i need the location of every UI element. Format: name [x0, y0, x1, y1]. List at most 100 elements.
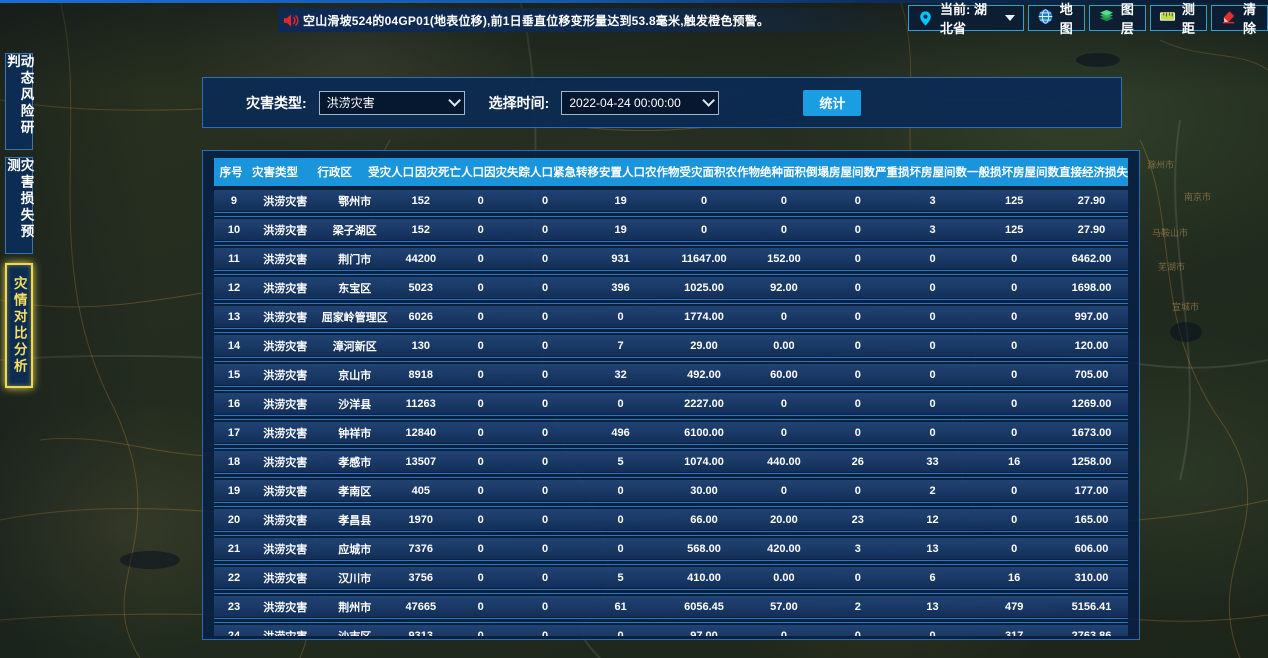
cell: 洪涝灾害: [254, 628, 317, 637]
cell: 0: [892, 398, 974, 410]
cell: 0: [744, 630, 824, 637]
time-select[interactable]: 2022-04-24 00:00:00: [561, 91, 719, 115]
cell: 沙洋县: [317, 396, 393, 412]
column-header: 农作物绝种面积: [725, 164, 806, 180]
cell: 0: [577, 311, 664, 323]
column-header: 倒塌房屋间数: [806, 164, 875, 180]
cell: 12: [892, 514, 974, 526]
map-label: 南京市: [1184, 190, 1211, 203]
cell: 梁子湖区: [317, 222, 393, 238]
cell: 0: [824, 427, 892, 439]
table-row: 24洪涝灾害沙市区931300097.000003172763.86: [214, 625, 1128, 636]
map-label: 宣城市: [1172, 300, 1199, 313]
time-label: 选择时间:: [489, 93, 550, 113]
cell: 29.00: [664, 340, 744, 352]
cell: 61: [577, 601, 664, 613]
row-separator: [214, 559, 1128, 567]
clear-button[interactable]: 清除: [1211, 5, 1268, 31]
cell: 606.00: [1055, 543, 1128, 555]
cell: 420.00: [744, 543, 824, 555]
sidebar-item-dynamic-risk[interactable]: 动态风险研判: [5, 53, 33, 150]
cell: 0: [973, 485, 1055, 497]
row-separator: [214, 356, 1128, 364]
cell: 24: [214, 630, 254, 637]
layers-button[interactable]: 图层: [1089, 5, 1146, 31]
cell: 0: [449, 485, 513, 497]
sidebar-item-label: 灾情对比分析: [12, 276, 26, 375]
clear-icon: [1220, 8, 1243, 28]
cell: 44200: [393, 253, 449, 265]
table-header-row: 序号灾害类型行政区受灾人口因灾死亡人口因灾失踪人口紧急转移安置人口农作物受灾面积…: [214, 158, 1128, 186]
cell: 2763.86: [1055, 630, 1128, 637]
row-separator: [214, 414, 1128, 422]
cell: 12: [214, 282, 254, 294]
cell: 23: [214, 601, 254, 613]
cell: 洪涝灾害: [254, 570, 317, 586]
cell: 11647.00: [664, 253, 744, 265]
table-row: 9洪涝灾害鄂州市1520019000312527.90: [214, 190, 1128, 211]
cell: 0: [449, 514, 513, 526]
cell: 孝南区: [317, 483, 393, 499]
measure-button-label: 测距: [1182, 0, 1198, 37]
cell: 0: [449, 253, 513, 265]
sidebar-item-label: 动态风险研判: [6, 54, 33, 149]
cell: 洪涝灾害: [254, 280, 317, 296]
cell: 洪涝灾害: [254, 251, 317, 267]
cell: 8918: [393, 369, 449, 381]
column-header: 行政区: [302, 164, 368, 180]
cell: 33: [892, 456, 974, 468]
cell: 13: [892, 601, 974, 613]
column-header: 严重损坏房屋间数: [875, 164, 967, 180]
cell: 0: [513, 485, 577, 497]
cell: 97.00: [664, 630, 744, 637]
disaster-type-select[interactable]: 洪涝灾害: [319, 91, 465, 115]
cell: 0: [892, 253, 974, 265]
cell: 19: [214, 485, 254, 497]
sidebar-item-loss-forecast[interactable]: 灾害损失预测: [5, 157, 33, 254]
map-button[interactable]: 地图: [1028, 5, 1085, 31]
cell: 22: [214, 572, 254, 584]
statistics-button[interactable]: 统计: [803, 90, 861, 116]
cell: 152: [393, 224, 449, 236]
cell: 荆门市: [317, 251, 393, 267]
cell: 0: [973, 427, 1055, 439]
cell: 0: [513, 456, 577, 468]
measure-button[interactable]: 测距: [1150, 5, 1207, 31]
cell: 钟祥市: [317, 425, 393, 441]
alert-marquee-bar: 空山滑坡524的04GP01(地表位移),前1日垂直位移变形量达到53.8毫米,…: [278, 8, 910, 32]
sidebar-item-label: 灾害损失预测: [6, 158, 33, 253]
cell: 3: [824, 543, 892, 555]
cell: 60.00: [744, 369, 824, 381]
cell: 0: [449, 224, 513, 236]
cell: 27.90: [1055, 195, 1128, 207]
row-separator: [214, 530, 1128, 538]
cell: 0: [973, 311, 1055, 323]
cell: 17: [214, 427, 254, 439]
cell: 0: [513, 311, 577, 323]
filter-panel: 灾害类型: 洪涝灾害 选择时间: 2022-04-24 00:00:00 统计: [202, 77, 1122, 128]
table-body[interactable]: 9洪涝灾害鄂州市1520019000312527.9010洪涝灾害梁子湖区152…: [214, 190, 1128, 636]
cell: 0: [824, 340, 892, 352]
column-header: 因灾死亡人口: [415, 164, 484, 180]
cell: 0: [744, 311, 824, 323]
cell: 6056.45: [664, 601, 744, 613]
cell: 11: [214, 253, 254, 265]
region-selector[interactable]: 当前: 湖北省: [908, 5, 1024, 31]
cell: 0: [577, 398, 664, 410]
cell: 洪涝灾害: [254, 541, 317, 557]
cell: 洪涝灾害: [254, 309, 317, 325]
cell: 0: [892, 340, 974, 352]
cell: 0: [824, 311, 892, 323]
cell: 440.00: [744, 456, 824, 468]
disaster-type-label: 灾害类型:: [246, 93, 307, 113]
cell: 152: [393, 195, 449, 207]
cell: 47665: [393, 601, 449, 613]
column-header: 一般损坏房屋间数: [967, 164, 1059, 180]
cell: 洪涝灾害: [254, 599, 317, 615]
column-header: 紧急转移安置人口: [553, 164, 645, 180]
cell: 0: [513, 543, 577, 555]
cell: 10: [214, 224, 254, 236]
row-separator: [214, 327, 1128, 335]
cell: 0: [449, 195, 513, 207]
sidebar-item-disaster-compare[interactable]: 灾情对比分析: [5, 263, 33, 388]
